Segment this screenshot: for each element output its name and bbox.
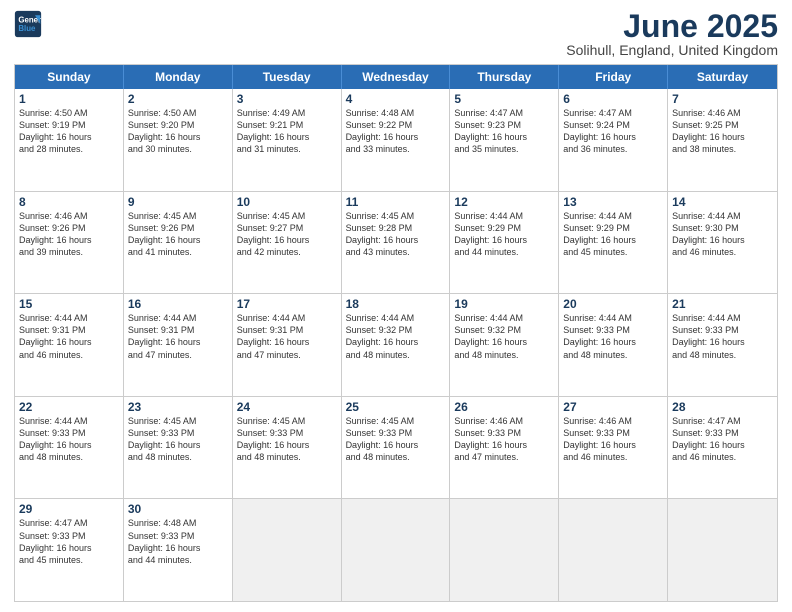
cell-27: 27Sunrise: 4:46 AMSunset: 9:33 PMDayligh…	[559, 397, 668, 499]
cell-empty-4-5	[559, 499, 668, 601]
header-friday: Friday	[559, 65, 668, 89]
cal-row-2: 15Sunrise: 4:44 AMSunset: 9:31 PMDayligh…	[15, 294, 777, 397]
cell-19: 19Sunrise: 4:44 AMSunset: 9:32 PMDayligh…	[450, 294, 559, 396]
cell-15: 15Sunrise: 4:44 AMSunset: 9:31 PMDayligh…	[15, 294, 124, 396]
cell-16: 16Sunrise: 4:44 AMSunset: 9:31 PMDayligh…	[124, 294, 233, 396]
calendar-grid: Sunday Monday Tuesday Wednesday Thursday…	[14, 64, 778, 602]
cell-23: 23Sunrise: 4:45 AMSunset: 9:33 PMDayligh…	[124, 397, 233, 499]
cell-5: 5Sunrise: 4:47 AMSunset: 9:23 PMDaylight…	[450, 89, 559, 191]
header-monday: Monday	[124, 65, 233, 89]
cell-empty-4-3	[342, 499, 451, 601]
cal-row-3: 22Sunrise: 4:44 AMSunset: 9:33 PMDayligh…	[15, 397, 777, 500]
cell-28: 28Sunrise: 4:47 AMSunset: 9:33 PMDayligh…	[668, 397, 777, 499]
cell-21: 21Sunrise: 4:44 AMSunset: 9:33 PMDayligh…	[668, 294, 777, 396]
calendar-header: Sunday Monday Tuesday Wednesday Thursday…	[15, 65, 777, 89]
cell-24: 24Sunrise: 4:45 AMSunset: 9:33 PMDayligh…	[233, 397, 342, 499]
cell-20: 20Sunrise: 4:44 AMSunset: 9:33 PMDayligh…	[559, 294, 668, 396]
cell-22: 22Sunrise: 4:44 AMSunset: 9:33 PMDayligh…	[15, 397, 124, 499]
cell-6: 6Sunrise: 4:47 AMSunset: 9:24 PMDaylight…	[559, 89, 668, 191]
cell-2: 2Sunrise: 4:50 AMSunset: 9:20 PMDaylight…	[124, 89, 233, 191]
location-subtitle: Solihull, England, United Kingdom	[566, 42, 778, 58]
logo-icon: General Blue	[14, 10, 42, 38]
cell-17: 17Sunrise: 4:44 AMSunset: 9:31 PMDayligh…	[233, 294, 342, 396]
calendar-body: 1Sunrise: 4:50 AMSunset: 9:19 PMDaylight…	[15, 89, 777, 601]
cell-14: 14Sunrise: 4:44 AMSunset: 9:30 PMDayligh…	[668, 192, 777, 294]
svg-text:Blue: Blue	[18, 24, 36, 33]
cell-11: 11Sunrise: 4:45 AMSunset: 9:28 PMDayligh…	[342, 192, 451, 294]
page-header: General Blue June 2025 Solihull, England…	[14, 10, 778, 58]
title-section: June 2025 Solihull, England, United King…	[566, 10, 778, 58]
cell-9: 9Sunrise: 4:45 AMSunset: 9:26 PMDaylight…	[124, 192, 233, 294]
cell-empty-4-4	[450, 499, 559, 601]
cell-29: 29Sunrise: 4:47 AMSunset: 9:33 PMDayligh…	[15, 499, 124, 601]
cell-3: 3Sunrise: 4:49 AMSunset: 9:21 PMDaylight…	[233, 89, 342, 191]
header-thursday: Thursday	[450, 65, 559, 89]
calendar-page: General Blue June 2025 Solihull, England…	[0, 0, 792, 612]
cell-7: 7Sunrise: 4:46 AMSunset: 9:25 PMDaylight…	[668, 89, 777, 191]
cell-13: 13Sunrise: 4:44 AMSunset: 9:29 PMDayligh…	[559, 192, 668, 294]
cal-row-4: 29Sunrise: 4:47 AMSunset: 9:33 PMDayligh…	[15, 499, 777, 601]
cell-1: 1Sunrise: 4:50 AMSunset: 9:19 PMDaylight…	[15, 89, 124, 191]
cell-empty-4-6	[668, 499, 777, 601]
cell-25: 25Sunrise: 4:45 AMSunset: 9:33 PMDayligh…	[342, 397, 451, 499]
header-sunday: Sunday	[15, 65, 124, 89]
cell-30: 30Sunrise: 4:48 AMSunset: 9:33 PMDayligh…	[124, 499, 233, 601]
cell-10: 10Sunrise: 4:45 AMSunset: 9:27 PMDayligh…	[233, 192, 342, 294]
cell-4: 4Sunrise: 4:48 AMSunset: 9:22 PMDaylight…	[342, 89, 451, 191]
cal-row-1: 8Sunrise: 4:46 AMSunset: 9:26 PMDaylight…	[15, 192, 777, 295]
cell-empty-4-2	[233, 499, 342, 601]
cell-8: 8Sunrise: 4:46 AMSunset: 9:26 PMDaylight…	[15, 192, 124, 294]
header-wednesday: Wednesday	[342, 65, 451, 89]
month-title: June 2025	[566, 10, 778, 42]
cell-12: 12Sunrise: 4:44 AMSunset: 9:29 PMDayligh…	[450, 192, 559, 294]
logo: General Blue	[14, 10, 42, 38]
cell-26: 26Sunrise: 4:46 AMSunset: 9:33 PMDayligh…	[450, 397, 559, 499]
cell-18: 18Sunrise: 4:44 AMSunset: 9:32 PMDayligh…	[342, 294, 451, 396]
header-tuesday: Tuesday	[233, 65, 342, 89]
cal-row-0: 1Sunrise: 4:50 AMSunset: 9:19 PMDaylight…	[15, 89, 777, 192]
header-saturday: Saturday	[668, 65, 777, 89]
